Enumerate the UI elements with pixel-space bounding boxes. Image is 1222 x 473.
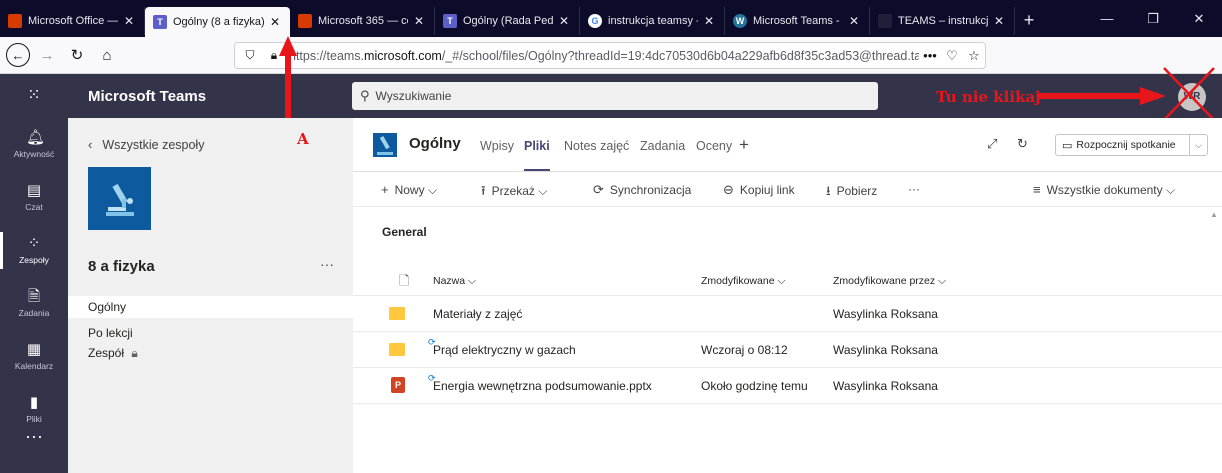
annotation-a: A <box>297 130 309 148</box>
column-modified-by[interactable]: Zmodyfikowane przez ⌵ <box>833 275 946 288</box>
rail-label: Czat <box>25 202 43 212</box>
tab-wpisy[interactable]: Wpisy <box>480 139 514 153</box>
command-bar: + Nowy ⌵ ⭱ Przekaż ⌵ ⟳ Synchronizacja ⊖ Kopi… <box>353 173 1222 207</box>
channel-po-lekcji[interactable]: Po lekcji <box>68 322 353 344</box>
file-modified: Wczoraj o 08:12 <box>701 343 788 357</box>
section-title: General <box>382 225 427 239</box>
list-icon: ≡ <box>1033 182 1041 197</box>
column-name[interactable]: Nazwa ⌵ <box>433 275 476 288</box>
file-modified-by: Wasylinka Roksana <box>833 307 938 321</box>
powerpoint-icon: P <box>391 377 405 393</box>
files-icon: ▮ <box>29 394 39 411</box>
table-row[interactable]: P ⟳ Energia wewnętrzna podsumowanie.pptx… <box>353 368 1222 404</box>
expand-icon[interactable]: ⤢ <box>987 136 997 152</box>
add-tab-button[interactable]: + <box>739 135 749 155</box>
annotation-arrowhead-a <box>279 36 297 56</box>
main-content: Ogólny Wpisy Pliki Notes zajęć Zadania O… <box>353 118 1222 473</box>
tab-zadania[interactable]: Zadania <box>640 139 685 153</box>
start-meeting-button[interactable]: ▭ Rozpocznij spotkanie ⌵ <box>1055 134 1208 156</box>
team-more-icon[interactable]: ··· <box>320 256 334 272</box>
rail-more-icon[interactable]: ··· <box>0 426 68 447</box>
channel-title: Ogólny <box>409 135 461 152</box>
all-teams-label: Wszystkie zespoły <box>102 137 205 152</box>
meet-label: Rozpocznij spotkanie <box>1076 139 1176 151</box>
chevron-down-icon[interactable]: ⌵ <box>1189 135 1207 155</box>
table-row[interactable]: Materiały z zajęć Wasylinka Roksana <box>353 296 1222 332</box>
rail-label: Zadania <box>18 308 50 318</box>
copy-link-button[interactable]: ⊖ Kopiuj link <box>723 182 795 198</box>
download-icon: ⭳ <box>826 183 831 198</box>
rail-label: Zespoły <box>19 255 49 265</box>
microscope-icon <box>105 183 134 216</box>
file-type-icon: 🗋︎ <box>399 273 410 288</box>
folder-icon <box>389 343 405 356</box>
more-commands-icon[interactable]: ··· <box>908 182 920 196</box>
chevron-down-icon: ⌵ <box>427 183 438 197</box>
annotation-arrowhead-avatar <box>1140 87 1166 105</box>
calendar-icon: ▦ <box>26 341 42 358</box>
column-modified[interactable]: Zmodyfikowane ⌵ <box>701 275 785 288</box>
file-name[interactable]: Energia wewnętrzna podsumowanie.pptx <box>433 379 652 393</box>
channel-label: Zespół <box>88 346 125 360</box>
rail-label: Pliki <box>26 414 42 424</box>
bell-icon: 🔔︎ <box>26 129 46 146</box>
rail-item-activity[interactable]: 🔔︎ Aktywność <box>0 118 68 171</box>
team-panel: ‹ Wszystkie zespoły 8 a fizyka ··· Ogóln… <box>68 118 353 473</box>
channel-general[interactable]: Ogólny <box>68 296 353 318</box>
assignments-icon: 🗎︎ <box>27 288 41 305</box>
rail-label: Kalendarz <box>14 361 54 371</box>
upload-icon: ⭱ <box>481 183 486 198</box>
chevron-down-icon: ⌵ <box>1165 183 1176 197</box>
refresh-icon[interactable]: ↻ <box>1017 136 1028 152</box>
plus-icon: + <box>381 182 389 197</box>
file-name[interactable]: Prąd elektryczny w gazach <box>433 343 576 357</box>
team-avatar-icon <box>373 133 397 157</box>
rail-item-assignments[interactable]: 🗎︎ Zadania <box>0 277 68 330</box>
file-table-header: 🗋︎ Nazwa ⌵ Zmodyfikowane ⌵ Zmodyfikowane… <box>353 266 1222 296</box>
tab-oceny[interactable]: Oceny <box>696 139 732 153</box>
team-logo <box>88 167 151 230</box>
file-name[interactable]: Materiały z zajęć <box>433 307 522 321</box>
chevron-left-icon: ‹ <box>88 137 93 152</box>
view-selector[interactable]: ≡ Wszystkie dokumenty ⌵ <box>1033 182 1175 198</box>
link-icon: ⊖ <box>723 182 734 197</box>
video-icon: ▭ <box>1062 139 1073 152</box>
channel-header: Ogólny Wpisy Pliki Notes zajęć Zadania O… <box>353 118 1222 172</box>
teams-icon: ⁘ <box>27 235 41 252</box>
rail-item-calendar[interactable]: ▦ Kalendarz <box>0 330 68 383</box>
app-rail: 🔔︎ Aktywność ▤ Czat ⁘ Zespoły 🗎︎ Zadania… <box>0 118 68 473</box>
scroll-up-icon[interactable]: ▲ <box>1210 210 1218 219</box>
sync-button[interactable]: ⟳ Synchronizacja <box>593 182 691 198</box>
upload-button[interactable]: ⭱ Przekaż ⌵ <box>481 182 547 204</box>
rail-item-teams[interactable]: ⁘ Zespoły <box>0 224 68 277</box>
file-modified: Około godzinę temu <box>701 379 808 393</box>
new-button[interactable]: + Nowy ⌵ <box>381 182 437 198</box>
rail-label: Aktywność <box>13 149 55 159</box>
tab-pliki[interactable]: Pliki <box>524 139 550 171</box>
rail-item-chat[interactable]: ▤ Czat <box>0 171 68 224</box>
file-modified-by: Wasylinka Roksana <box>833 379 938 393</box>
tab-notes[interactable]: Notes zajęć <box>564 139 629 153</box>
all-teams-link[interactable]: ‹ Wszystkie zespoły <box>88 137 204 152</box>
table-row[interactable]: ⟳ Prąd elektryczny w gazach Wczoraj o 08… <box>353 332 1222 368</box>
shared-folder-icon <box>389 307 405 320</box>
chevron-down-icon: ⌵ <box>538 184 548 198</box>
file-modified-by: Wasylinka Roksana <box>833 343 938 357</box>
sync-icon: ⟳ <box>593 182 604 197</box>
team-name: 8 a fizyka <box>88 258 155 275</box>
chat-icon: ▤ <box>26 182 42 199</box>
channel-zespol[interactable]: Zespół 🔒︎ <box>68 342 353 364</box>
download-button[interactable]: ⭳ Pobierz <box>826 182 877 204</box>
lock-icon: 🔒︎ <box>131 346 138 360</box>
